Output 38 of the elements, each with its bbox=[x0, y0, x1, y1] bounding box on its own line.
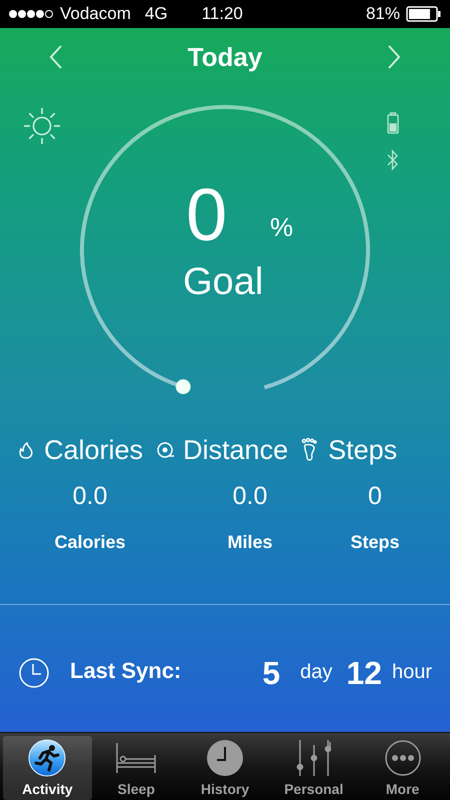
stat-value: 0.0 bbox=[72, 481, 108, 512]
tab-button[interactable]: More bbox=[358, 736, 447, 800]
carrier-name: Vodacom bbox=[60, 3, 131, 26]
stat-heading: Distance bbox=[183, 434, 288, 467]
tab-button[interactable]: Sleep bbox=[92, 736, 181, 800]
battery-icon bbox=[406, 6, 442, 22]
clock-time: 11:20 bbox=[202, 3, 243, 26]
sync-hours-value: 12 bbox=[346, 657, 382, 689]
tab-button[interactable]: Personal bbox=[269, 736, 358, 800]
sync-hours-unit: hour bbox=[392, 660, 432, 685]
page-title: Today bbox=[188, 40, 262, 74]
stat-heading: Steps bbox=[328, 434, 398, 467]
tab-button[interactable]: History bbox=[180, 736, 270, 800]
stat-heading: Calories bbox=[44, 434, 144, 467]
battery-percent: 81% bbox=[366, 3, 400, 26]
more-icon bbox=[384, 738, 422, 778]
stat-unit: Calories bbox=[54, 530, 126, 554]
stat-unit: Steps bbox=[350, 530, 400, 554]
target-icon bbox=[155, 440, 176, 460]
stat-value: 0.0 bbox=[232, 481, 268, 512]
device-battery-icon bbox=[387, 112, 399, 134]
sync-days-unit: day bbox=[300, 660, 332, 685]
percent-sign: % bbox=[270, 214, 294, 240]
brightness-icon[interactable] bbox=[22, 106, 62, 146]
sync-label: Last Sync: bbox=[70, 657, 182, 685]
stat-value: 0 bbox=[368, 481, 382, 512]
stat-unit: Miles bbox=[227, 530, 273, 554]
goal-progress-marker bbox=[176, 379, 191, 394]
goal-label: Goal bbox=[183, 263, 264, 301]
network-type: 4G bbox=[144, 3, 168, 26]
sync-days-value: 5 bbox=[262, 657, 280, 689]
tab-button[interactable]: Activity bbox=[3, 736, 92, 800]
clock-icon bbox=[206, 738, 244, 778]
signal-icon bbox=[8, 9, 56, 19]
clock-icon bbox=[18, 657, 50, 689]
runner-icon bbox=[28, 738, 66, 778]
goal-percent-value: 0 bbox=[186, 178, 228, 252]
bluetooth-icon bbox=[386, 149, 400, 171]
